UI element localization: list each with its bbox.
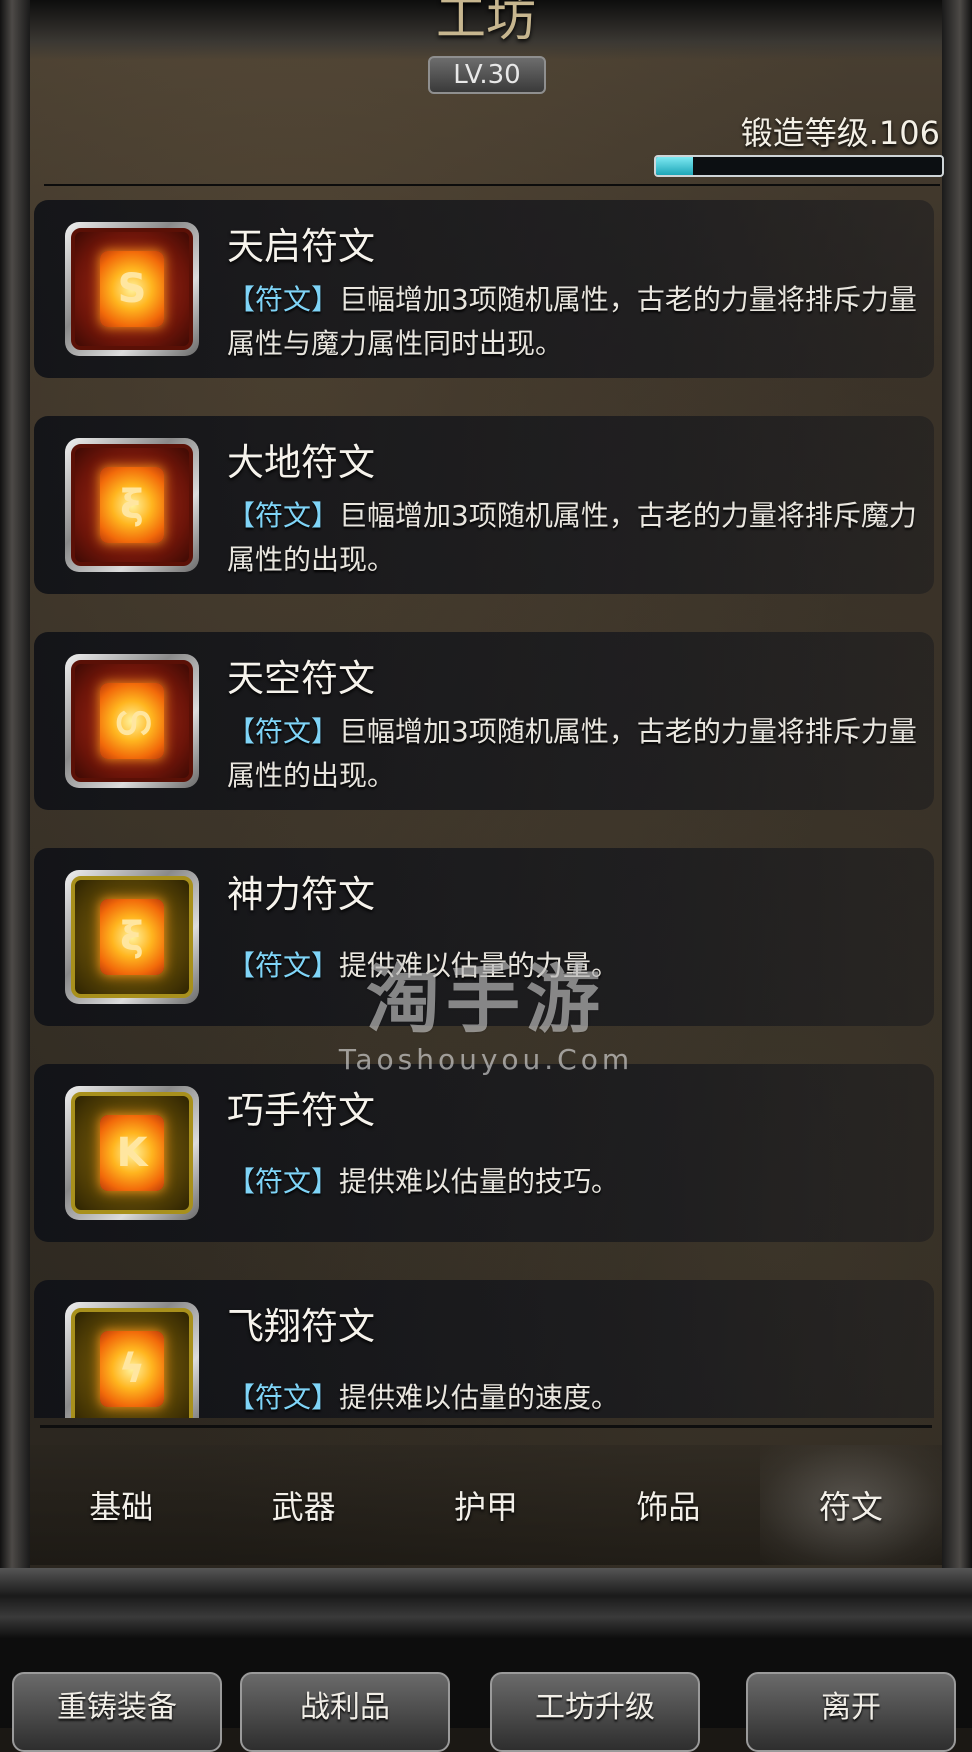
bottom-ornament (0, 1568, 972, 1638)
rune-name: 大地符文 (227, 441, 375, 484)
rune-icon-frame: ഗ (65, 654, 199, 788)
rune-desc-text: 提供难以估量的力量。 (339, 949, 620, 982)
rune-item[interactable]: K 巧手符文 【符文】提供难以估量的技巧。 (34, 1064, 934, 1242)
category-tabs: 基础 武器 护甲 饰品 符文 (30, 1445, 943, 1565)
rune-name: 神力符文 (227, 873, 375, 916)
loot-button[interactable]: 战利品 (240, 1672, 450, 1752)
rune-icon-frame: ϟ (65, 1302, 199, 1418)
page-title: 工坊 (436, 0, 536, 47)
rune-icon-frame: ξ (65, 870, 199, 1004)
rune-list[interactable]: S 天启符文 【符文】巨幅增加3项随机属性，古老的力量将排斥力量属性与魔力属性同… (34, 200, 934, 1418)
rune-icon-inner: S (71, 228, 193, 350)
rune-tag: 【符文】 (227, 715, 340, 748)
rune-icon-frame: S (65, 222, 199, 356)
rune-item[interactable]: ഗ 天空符文 【符文】巨幅增加3项随机属性，古老的力量将排斥力量属性的出现。 (34, 632, 934, 810)
rune-icon-inner: ξ (71, 876, 193, 998)
rune-name: 巧手符文 (227, 1089, 375, 1132)
rune-description: 【符文】提供难以估量的技巧。 (227, 1160, 917, 1204)
tab-divider (40, 1425, 932, 1428)
sky-rune-icon: ഗ (100, 683, 164, 759)
frame-border-left (0, 0, 30, 1600)
tab-weapon[interactable]: 武器 (212, 1445, 394, 1565)
rune-tag: 【符文】 (227, 949, 340, 982)
tab-basic[interactable]: 基础 (30, 1445, 212, 1565)
recast-equipment-button[interactable]: 重铸装备 (12, 1672, 222, 1752)
rune-item[interactable]: ϟ 飞翔符文 【符文】提供难以估量的速度。 (34, 1280, 934, 1418)
flight-rune-icon: ϟ (100, 1331, 164, 1407)
dexterity-rune-icon: K (100, 1115, 164, 1191)
earth-rune-icon: ξ (100, 467, 164, 543)
leave-button[interactable]: 离开 (746, 1672, 956, 1752)
rune-desc-text: 提供难以估量的速度。 (339, 1381, 620, 1414)
forge-progress-fill (656, 157, 694, 175)
rune-desc-text: 提供难以估量的技巧。 (339, 1165, 620, 1198)
forge-progress-bar (654, 155, 944, 177)
rune-icon-frame: K (65, 1086, 199, 1220)
rune-icon-inner: K (71, 1092, 193, 1214)
rune-tag: 【符文】 (227, 1381, 340, 1414)
rune-tag: 【符文】 (227, 499, 340, 532)
forge-level-label: 锻造等级.106 (740, 114, 940, 152)
frame-border-right (942, 0, 972, 1600)
rune-icon-inner: ഗ (71, 660, 193, 782)
header-divider (44, 184, 940, 186)
rune-icon-inner: ϟ (71, 1308, 193, 1418)
level-badge: LV.30 (428, 56, 546, 94)
rune-tag: 【符文】 (227, 283, 340, 316)
apocalypse-rune-icon: S (100, 251, 164, 327)
rune-description: 【符文】提供难以估量的速度。 (227, 1376, 917, 1418)
rune-description: 【符文】巨幅增加3项随机属性，古老的力量将排斥力量属性的出现。 (227, 710, 917, 798)
rune-description: 【符文】提供难以估量的力量。 (227, 944, 917, 988)
rune-item[interactable]: S 天启符文 【符文】巨幅增加3项随机属性，古老的力量将排斥力量属性与魔力属性同… (34, 200, 934, 378)
rune-name: 飞翔符文 (227, 1305, 375, 1348)
rune-name: 天启符文 (227, 225, 375, 268)
divine-power-rune-icon: ξ (100, 899, 164, 975)
rune-description: 【符文】巨幅增加3项随机属性，古老的力量将排斥力量属性与魔力属性同时出现。 (227, 278, 917, 366)
rune-description: 【符文】巨幅增加3项随机属性，古老的力量将排斥魔力属性的出现。 (227, 494, 917, 582)
tab-armor[interactable]: 护甲 (395, 1445, 577, 1565)
rune-item[interactable]: ξ 神力符文 【符文】提供难以估量的力量。 (34, 848, 934, 1026)
rune-tag: 【符文】 (227, 1165, 340, 1198)
rune-icon-inner: ξ (71, 444, 193, 566)
rune-item[interactable]: ξ 大地符文 【符文】巨幅增加3项随机属性，古老的力量将排斥魔力属性的出现。 (34, 416, 934, 594)
tab-accessory[interactable]: 饰品 (577, 1445, 759, 1565)
workshop-upgrade-button[interactable]: 工坊升级 (490, 1672, 700, 1752)
rune-icon-frame: ξ (65, 438, 199, 572)
tab-rune[interactable]: 符文 (759, 1445, 943, 1565)
rune-name: 天空符文 (227, 657, 375, 700)
